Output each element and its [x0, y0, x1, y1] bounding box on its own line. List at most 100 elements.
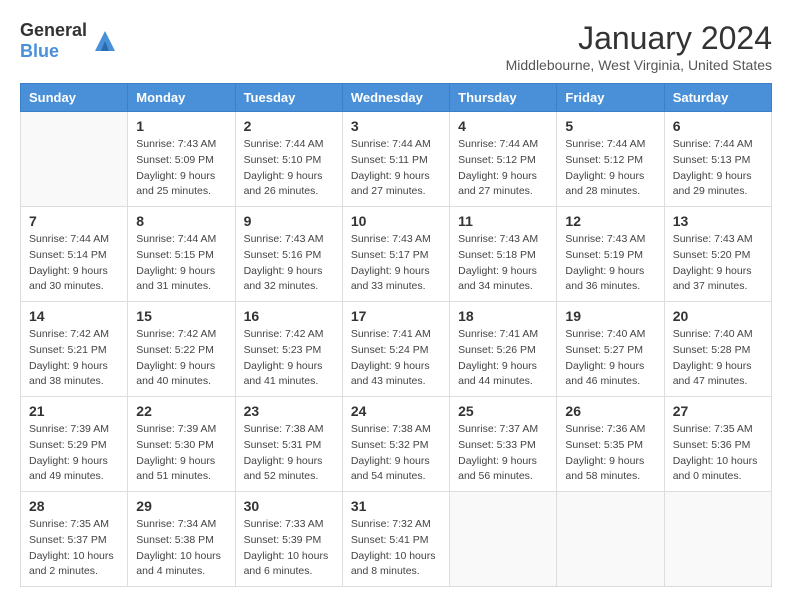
- day-number: 29: [136, 498, 226, 514]
- day-number: 23: [244, 403, 334, 419]
- day-info: Sunrise: 7:42 AMSunset: 5:23 PMDaylight:…: [244, 327, 334, 390]
- day-info: Sunrise: 7:43 AMSunset: 5:17 PMDaylight:…: [351, 232, 441, 295]
- logo: General Blue: [20, 20, 119, 62]
- calendar-cell: 17 Sunrise: 7:41 AMSunset: 5:24 PMDayligh…: [342, 302, 449, 397]
- calendar-cell: 11 Sunrise: 7:43 AMSunset: 5:18 PMDayligh…: [450, 207, 557, 302]
- calendar-cell: 3 Sunrise: 7:44 AMSunset: 5:11 PMDaylight…: [342, 112, 449, 207]
- day-number: 17: [351, 308, 441, 324]
- calendar-cell: 5 Sunrise: 7:44 AMSunset: 5:12 PMDaylight…: [557, 112, 664, 207]
- col-wednesday: Wednesday: [342, 84, 449, 112]
- col-thursday: Thursday: [450, 84, 557, 112]
- day-number: 5: [565, 118, 655, 134]
- calendar-cell: 19 Sunrise: 7:40 AMSunset: 5:27 PMDayligh…: [557, 302, 664, 397]
- day-info: Sunrise: 7:44 AMSunset: 5:10 PMDaylight:…: [244, 137, 334, 200]
- day-info: Sunrise: 7:43 AMSunset: 5:16 PMDaylight:…: [244, 232, 334, 295]
- title-block: January 2024 Middlebourne, West Virginia…: [506, 20, 772, 73]
- day-number: 15: [136, 308, 226, 324]
- col-friday: Friday: [557, 84, 664, 112]
- calendar-cell: 13 Sunrise: 7:43 AMSunset: 5:20 PMDayligh…: [664, 207, 771, 302]
- day-number: 24: [351, 403, 441, 419]
- month-title: January 2024: [506, 20, 772, 57]
- week-row-5: 28Sunrise: 7:35 AMSunset: 5:37 PMDayligh…: [21, 492, 772, 587]
- day-info: Sunrise: 7:44 AMSunset: 5:12 PMDaylight:…: [565, 137, 655, 200]
- calendar-cell: 16 Sunrise: 7:42 AMSunset: 5:23 PMDayligh…: [235, 302, 342, 397]
- day-number: 7: [29, 213, 119, 229]
- day-info: Sunrise: 7:33 AMSunset: 5:39 PMDaylight:…: [244, 517, 334, 580]
- day-info: Sunrise: 7:44 AMSunset: 5:12 PMDaylight:…: [458, 137, 548, 200]
- day-info: Sunrise: 7:39 AMSunset: 5:30 PMDaylight:…: [136, 422, 226, 485]
- day-number: 19: [565, 308, 655, 324]
- day-info: Sunrise: 7:41 AMSunset: 5:26 PMDaylight:…: [458, 327, 548, 390]
- week-row-1: 1Sunrise: 7:43 AMSunset: 5:09 PMDaylight…: [21, 112, 772, 207]
- calendar-cell: [557, 492, 664, 587]
- day-number: 26: [565, 403, 655, 419]
- day-number: 18: [458, 308, 548, 324]
- calendar-cell: 23 Sunrise: 7:38 AMSunset: 5:31 PMDayligh…: [235, 397, 342, 492]
- day-info: Sunrise: 7:44 AMSunset: 5:14 PMDaylight:…: [29, 232, 119, 295]
- day-info: Sunrise: 7:41 AMSunset: 5:24 PMDaylight:…: [351, 327, 441, 390]
- day-info: Sunrise: 7:43 AMSunset: 5:19 PMDaylight:…: [565, 232, 655, 295]
- calendar-cell: 14Sunrise: 7:42 AMSunset: 5:21 PMDayligh…: [21, 302, 128, 397]
- day-number: 10: [351, 213, 441, 229]
- calendar-cell: 6 Sunrise: 7:44 AMSunset: 5:13 PMDaylight…: [664, 112, 771, 207]
- location-title: Middlebourne, West Virginia, United Stat…: [506, 57, 772, 73]
- calendar-cell: 28Sunrise: 7:35 AMSunset: 5:37 PMDayligh…: [21, 492, 128, 587]
- day-number: 25: [458, 403, 548, 419]
- calendar-cell: 15 Sunrise: 7:42 AMSunset: 5:22 PMDayligh…: [128, 302, 235, 397]
- calendar-cell: 1Sunrise: 7:43 AMSunset: 5:09 PMDaylight…: [128, 112, 235, 207]
- day-info: Sunrise: 7:40 AMSunset: 5:28 PMDaylight:…: [673, 327, 763, 390]
- calendar-table: Sunday Monday Tuesday Wednesday Thursday…: [20, 83, 772, 587]
- col-tuesday: Tuesday: [235, 84, 342, 112]
- calendar-cell: 21Sunrise: 7:39 AMSunset: 5:29 PMDayligh…: [21, 397, 128, 492]
- calendar-cell: 7 Sunrise: 7:44 AMSunset: 5:14 PMDaylight…: [21, 207, 128, 302]
- day-number: 20: [673, 308, 763, 324]
- day-info: Sunrise: 7:34 AMSunset: 5:38 PMDaylight:…: [136, 517, 226, 580]
- week-row-3: 14Sunrise: 7:42 AMSunset: 5:21 PMDayligh…: [21, 302, 772, 397]
- day-number: 11: [458, 213, 548, 229]
- logo-icon: [91, 27, 119, 55]
- calendar-cell: [450, 492, 557, 587]
- calendar-cell: 12Sunrise: 7:43 AMSunset: 5:19 PMDayligh…: [557, 207, 664, 302]
- day-number: 9: [244, 213, 334, 229]
- day-number: 16: [244, 308, 334, 324]
- day-info: Sunrise: 7:36 AMSunset: 5:35 PMDaylight:…: [565, 422, 655, 485]
- calendar-cell: 10 Sunrise: 7:43 AMSunset: 5:17 PMDayligh…: [342, 207, 449, 302]
- day-number: 22: [136, 403, 226, 419]
- day-number: 3: [351, 118, 441, 134]
- day-info: Sunrise: 7:38 AMSunset: 5:32 PMDaylight:…: [351, 422, 441, 485]
- day-info: Sunrise: 7:43 AMSunset: 5:18 PMDaylight:…: [458, 232, 548, 295]
- calendar-cell: 2Sunrise: 7:44 AMSunset: 5:10 PMDaylight…: [235, 112, 342, 207]
- day-number: 6: [673, 118, 763, 134]
- col-monday: Monday: [128, 84, 235, 112]
- day-number: 1: [136, 118, 226, 134]
- day-info: Sunrise: 7:42 AMSunset: 5:21 PMDaylight:…: [29, 327, 119, 390]
- calendar-cell: 20 Sunrise: 7:40 AMSunset: 5:28 PMDayligh…: [664, 302, 771, 397]
- calendar-cell: 30Sunrise: 7:33 AMSunset: 5:39 PMDayligh…: [235, 492, 342, 587]
- day-info: Sunrise: 7:35 AMSunset: 5:37 PMDaylight:…: [29, 517, 119, 580]
- calendar-cell: 26 Sunrise: 7:36 AMSunset: 5:35 PMDayligh…: [557, 397, 664, 492]
- day-info: Sunrise: 7:40 AMSunset: 5:27 PMDaylight:…: [565, 327, 655, 390]
- day-info: Sunrise: 7:44 AMSunset: 5:15 PMDaylight:…: [136, 232, 226, 295]
- day-number: 8: [136, 213, 226, 229]
- day-number: 13: [673, 213, 763, 229]
- col-saturday: Saturday: [664, 84, 771, 112]
- week-row-4: 21Sunrise: 7:39 AMSunset: 5:29 PMDayligh…: [21, 397, 772, 492]
- calendar-cell: 9 Sunrise: 7:43 AMSunset: 5:16 PMDaylight…: [235, 207, 342, 302]
- day-info: Sunrise: 7:44 AMSunset: 5:13 PMDaylight:…: [673, 137, 763, 200]
- day-number: 31: [351, 498, 441, 514]
- col-sunday: Sunday: [21, 84, 128, 112]
- day-number: 4: [458, 118, 548, 134]
- day-info: Sunrise: 7:42 AMSunset: 5:22 PMDaylight:…: [136, 327, 226, 390]
- calendar-cell: 27Sunrise: 7:35 AMSunset: 5:36 PMDayligh…: [664, 397, 771, 492]
- calendar-cell: 22 Sunrise: 7:39 AMSunset: 5:30 PMDayligh…: [128, 397, 235, 492]
- day-info: Sunrise: 7:38 AMSunset: 5:31 PMDaylight:…: [244, 422, 334, 485]
- day-info: Sunrise: 7:35 AMSunset: 5:36 PMDaylight:…: [673, 422, 763, 485]
- calendar-cell: 29 Sunrise: 7:34 AMSunset: 5:38 PMDayligh…: [128, 492, 235, 587]
- calendar-cell: 31 Sunrise: 7:32 AMSunset: 5:41 PMDayligh…: [342, 492, 449, 587]
- header-row: Sunday Monday Tuesday Wednesday Thursday…: [21, 84, 772, 112]
- logo-blue-text: Blue: [20, 41, 59, 61]
- day-info: Sunrise: 7:32 AMSunset: 5:41 PMDaylight:…: [351, 517, 441, 580]
- day-info: Sunrise: 7:43 AMSunset: 5:20 PMDaylight:…: [673, 232, 763, 295]
- day-info: Sunrise: 7:44 AMSunset: 5:11 PMDaylight:…: [351, 137, 441, 200]
- week-row-2: 7 Sunrise: 7:44 AMSunset: 5:14 PMDaylight…: [21, 207, 772, 302]
